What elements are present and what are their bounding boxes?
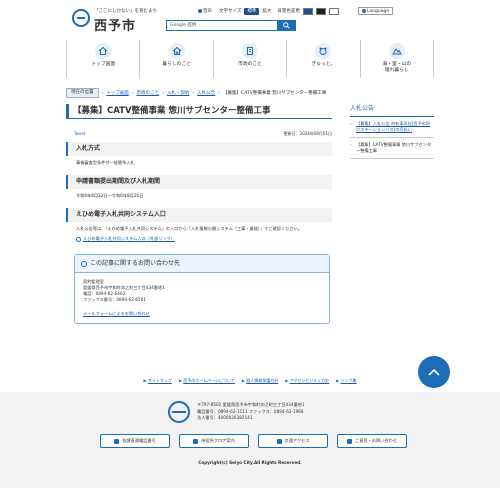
sidebar-item[interactable]: 【募集】CATV整備事業 惣川サブセンター整備工事 [350,138,434,159]
footer-address-block: 〒797-8501 愛媛県西予市宇和町卯之町三丁目434番地1 電話番号：089… [197,402,305,422]
mountain-icon [388,43,405,59]
building-icon [242,43,259,59]
bear-icon [315,43,332,59]
nav-label: トップ画面 [91,62,116,67]
house-icon [168,43,185,59]
breadcrumb-item[interactable]: 入札・契約 [167,90,190,96]
nav-item-countryside[interactable]: 海・里・山の 憧れ暮らし [361,40,435,78]
breadcrumb-item[interactable]: 市政のこと [137,90,160,96]
home-icon [95,43,112,59]
text-size-label: 文字サイズ [219,9,242,14]
sidebar-title[interactable]: 入札公告 [350,104,434,117]
footer-buttons: 各課直通電話番号 市役所フロア案内 交通アクセス ご意見・お問い合わせ [100,434,407,448]
footer-link-privacy[interactable]: 個人情報保護方針 [246,378,278,383]
sidebar-item-label: 【募集】CATV整備事業 惣川サブセンター整備工事 [356,142,432,153]
floor-guide-button[interactable]: 市役所フロア案内 [179,434,249,448]
city-emblem-icon [72,9,90,27]
inquiry-icon [81,260,87,267]
global-nav: トップ画面 暮らしのこと 市政のこと ぎゅっと。 海・里・山の 憧れ暮らし [66,40,435,78]
phone-icon [114,438,120,444]
breadcrumb-current: 【募集】CATV整備事業 惣川サブセンター整備工事 [223,91,327,96]
breadcrumb-arrow-icon: › [131,90,134,96]
inquiry-button[interactable]: ご意見・お問い合わせ [337,434,407,448]
section-text: 入札公告等は、「えひめ電子入札共同システム」の入口から「入札情報公開システム（工… [76,226,302,231]
breadcrumb: 現在の位置 › トップ画面 › 市政のこと › 入札・契約 › 入札公告 › 【… [66,88,326,98]
bg-blue-button[interactable] [302,7,313,15]
breadcrumb-item[interactable]: トップ画面 [106,90,129,96]
section-heading: えひめ電子入札共同システム入口 [66,208,332,222]
breadcrumb-arrow-icon: › [101,90,104,96]
tweet-button[interactable]: Tweet [66,131,86,137]
breadcrumb-item[interactable]: 入札公告 [197,90,215,96]
site-name: 西予市 [94,19,137,34]
car-icon [276,438,282,444]
section-text: 令和6年8月22日～令和6年8月26日 [76,193,144,198]
breadcrumb-arrow-icon: › [192,90,195,96]
footer-address: 〒797-8501 愛媛県西予市宇和町卯之町三丁目434番地1 [197,402,305,407]
sidebar-item[interactable]: 【募集】入札公告 市有車両(旧西予市防災ステーションバス)の売払い [350,117,434,138]
text-size-standard-button[interactable]: 標準 [244,7,260,15]
sidebar-item-link[interactable]: 【募集】入札公告 市有車両(旧西予市防災ステーションバス)の売払い [356,121,430,132]
bg-color-label: 背景色変更 [277,9,300,14]
nav-label: 海・里・山の 憧れ暮らし [382,62,412,73]
contact-fax: ファックス番号：0894-62-6501 [83,297,147,302]
external-link-row: えひめ電子入札共同システム入口（外部リンク） [66,236,332,242]
external-link-icon [76,236,81,242]
breadcrumb-arrow-icon: › [162,90,164,96]
site-header: 「ここにしかない」を育むまち 西予市 音声 文字サイズ 標準 拡大 背景色変更 … [0,0,500,40]
article-meta: Tweet 更新日：2024年08月01日 [66,131,332,137]
chevron-up-icon [428,368,440,376]
nav-item-top[interactable]: トップ画面 [67,40,141,78]
contact-title: この記事に関するお問い合わせ先 [90,260,181,267]
breadcrumb-here-label: 現在の位置 [66,88,99,98]
footer-link-accessibility[interactable]: アクセシビリティ方針 [290,378,330,383]
bg-black-button[interactable] [315,7,326,15]
section-text: 事後審査型条件付一般競争入札 [76,160,135,165]
search-icon [282,22,290,29]
footer-link-sitemap[interactable]: サイトマップ [148,378,172,383]
phone-directory-button[interactable]: 各課直通電話番号 [100,434,170,448]
updated-date: 更新日：2024年08月01日 [283,131,332,136]
text-size-enlarge-button[interactable]: 拡大 [262,8,271,14]
footer-corp-number: 法人番号：4000020382141 [197,415,253,420]
site-logo[interactable]: 「ここにしかない」を育むまち 西予市 [72,6,157,34]
main-content: 【募集】CATV整備事業 惣川サブセンター整備工事 Tweet 更新日：2024… [66,104,332,324]
speaker-icon [198,8,202,13]
access-button[interactable]: 交通アクセス [258,434,328,448]
footer-links: ▶ サイトマップ ▶ 西予市ホームページについて ▶ 個人情報保護方針 ▶ アク… [143,378,357,383]
site-footer: 〒797-8501 愛媛県西予市宇和町卯之町三丁目434番地1 電話番号：089… [0,392,500,488]
nav-item-living[interactable]: 暮らしのこと [140,40,214,78]
nav-item-city[interactable]: 市政のこと [214,40,288,78]
utility-bar: 音声 文字サイズ 標準 拡大 背景色変更 Language [198,7,394,15]
contact-box: この記事に関するお問い合わせ先 契約監理室 愛媛県西予市宇和町卯之町三丁目434… [74,254,330,324]
footer-link-links[interactable]: リンク集 [341,378,357,383]
language-select[interactable]: Language [357,7,394,15]
voice-link[interactable]: 音声 [198,8,212,14]
contact-header: この記事に関するお問い合わせ先 [75,255,329,273]
breadcrumb-arrow-icon: › [218,90,221,96]
globe-icon [361,8,366,13]
external-link[interactable]: えひめ電子入札共同システム入口（外部リンク） [83,236,175,242]
nav-label: 暮らしのこと [162,62,191,67]
search-button[interactable] [277,21,295,30]
city-emblem-icon [168,401,190,423]
sidebar: 入札公告 【募集】入札公告 市有車両(旧西予市防災ステーションバス)の売払い 【… [350,104,434,159]
bg-white-button[interactable] [328,7,339,15]
section-heading: 申請書類提出期間及び入札期間 [66,175,332,189]
mail-form-link[interactable]: メールフォームによるお問い合わせ [83,311,150,316]
site-search: Google 提供 [166,20,296,31]
site-tagline: 「ここにしかない」を育むまち [94,9,157,14]
copyright: Copyright(c) Seiyo City.All Rights Reser… [198,460,302,465]
page-title: 【募集】CATV整備事業 惣川サブセンター整備工事 [66,104,332,119]
nav-label: 市政のこと [238,62,263,67]
mail-icon [347,438,353,444]
section-heading: 入札方式 [66,142,332,156]
contact-body: 契約監理室 愛媛県西予市宇和町卯之町三丁目434番地1 電話：0894-62-6… [75,273,329,323]
footer-link-about[interactable]: 西予市ホームページについて [183,378,235,383]
floor-icon [193,438,199,444]
search-input[interactable]: Google 提供 [167,21,277,30]
nav-item-gyutto[interactable]: ぎゅっと。 [287,40,361,78]
nav-label: ぎゅっと。 [311,62,336,67]
